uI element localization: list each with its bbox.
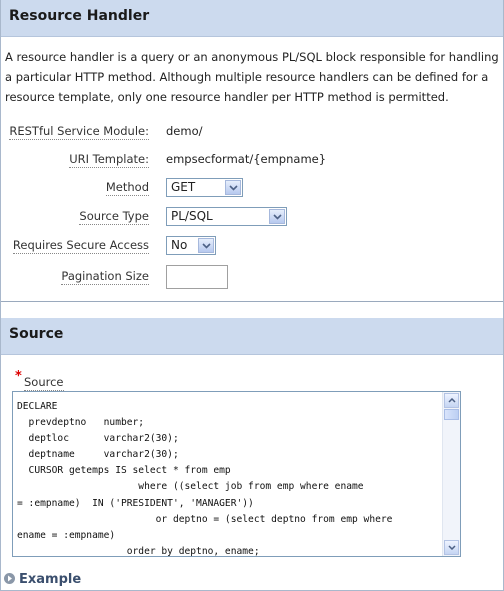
section-divider xyxy=(1,301,503,302)
required-marker: * xyxy=(15,369,22,384)
secure-access-label: Requires Secure Access xyxy=(12,238,149,254)
method-selected-value: GET xyxy=(171,180,196,194)
expand-arrow-icon[interactable] xyxy=(4,573,15,584)
resource-handler-header: Resource Handler xyxy=(1,0,503,37)
source-header: Source xyxy=(1,318,503,355)
source-code-text[interactable]: DECLARE prevdeptno number; deptloc varch… xyxy=(17,399,441,556)
chevron-down-icon[interactable] xyxy=(225,180,241,195)
chevron-down-icon[interactable] xyxy=(269,209,285,224)
secure-access-select[interactable]: No xyxy=(166,236,216,255)
uri-template-value: empsecformat/{empname} xyxy=(166,152,327,166)
example-toggle[interactable]: Example xyxy=(4,572,81,587)
method-select[interactable]: GET xyxy=(166,178,243,197)
editor-scrollbar[interactable] xyxy=(442,392,460,556)
source-type-label: Source Type xyxy=(79,209,149,225)
scrollbar-thumb[interactable] xyxy=(444,409,459,420)
source-code-editor[interactable]: DECLARE prevdeptno number; deptloc varch… xyxy=(12,391,461,557)
module-value: demo/ xyxy=(166,124,203,138)
pagination-size-input[interactable] xyxy=(166,265,228,289)
module-label: RESTful Service Module: xyxy=(9,124,149,140)
example-label[interactable]: Example xyxy=(19,572,81,587)
source-title: Source xyxy=(9,326,64,342)
secure-access-selected-value: No xyxy=(171,238,188,252)
scroll-up-icon[interactable] xyxy=(444,393,459,408)
pagination-size-label: Pagination Size xyxy=(61,269,149,285)
source-field-label: Source xyxy=(24,375,64,391)
source-type-selected-value: PL/SQL xyxy=(171,209,213,223)
scroll-down-icon[interactable] xyxy=(444,540,459,555)
chevron-down-icon[interactable] xyxy=(198,238,214,253)
uri-template-label: URI Template: xyxy=(69,152,149,168)
resource-handler-title: Resource Handler xyxy=(9,8,150,24)
method-label: Method xyxy=(105,180,149,196)
resource-handler-description: A resource handler is a query or an anon… xyxy=(5,50,499,104)
source-type-select[interactable]: PL/SQL xyxy=(166,207,287,226)
